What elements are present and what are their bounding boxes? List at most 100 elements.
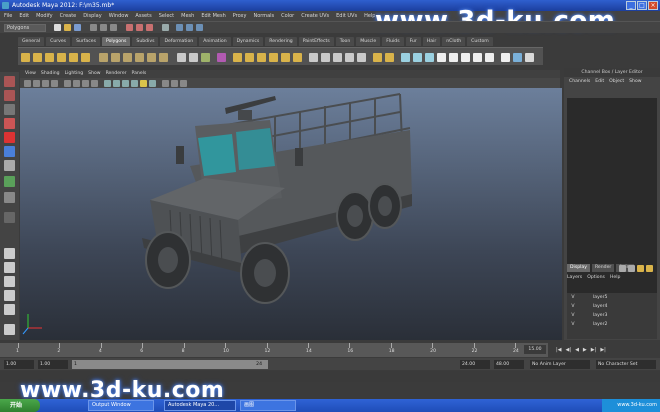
viewport-menu-view[interactable]: View — [25, 70, 36, 78]
shadows-icon[interactable] — [149, 80, 156, 87]
menu-edit-mesh[interactable]: Edit Mesh — [201, 11, 225, 21]
minimize-button[interactable]: _ — [626, 1, 636, 10]
channel-box-content[interactable] — [567, 98, 657, 326]
scale-tool-icon[interactable] — [4, 146, 15, 157]
menu-create[interactable]: Create — [60, 11, 77, 21]
textured-icon[interactable] — [131, 80, 138, 87]
hypershade-layout-icon[interactable] — [4, 304, 15, 315]
union-icon[interactable] — [135, 53, 144, 62]
uv-snapshot-icon[interactable] — [513, 53, 522, 62]
channel-menu-object[interactable]: Object — [609, 77, 624, 87]
perspective-viewport[interactable] — [20, 88, 562, 340]
unfold-uv-icon[interactable] — [461, 53, 470, 62]
move-tool-icon[interactable] — [4, 118, 15, 129]
extract-icon[interactable] — [123, 53, 132, 62]
cylindrical-map-icon[interactable] — [425, 53, 434, 62]
intersection-icon[interactable] — [159, 53, 168, 62]
use-all-lights-icon[interactable] — [140, 80, 147, 87]
last-tool-icon[interactable] — [4, 212, 15, 223]
reduce-icon[interactable] — [201, 53, 210, 62]
layer-row[interactable]: V layer5 — [567, 293, 657, 302]
menu-color[interactable]: Color — [281, 11, 294, 21]
xray-icon[interactable] — [162, 80, 169, 87]
layer-tab-render[interactable]: Render — [591, 264, 615, 272]
shelf-tab-deformation[interactable]: Deformation — [160, 37, 198, 46]
shelf-tab-subdivs[interactable]: Subdivs — [132, 37, 159, 46]
playback-end-field[interactable]: 24.00 — [460, 360, 490, 369]
camera-attributes-icon[interactable] — [33, 80, 40, 87]
save-scene-icon[interactable] — [74, 24, 81, 31]
layer-visibility-toggle[interactable]: V — [567, 311, 579, 320]
play-forwards-button[interactable]: ▶ — [583, 345, 587, 355]
mirror-icon[interactable] — [177, 53, 186, 62]
append-polygon-icon[interactable] — [257, 53, 266, 62]
poly-torus-icon[interactable] — [81, 53, 90, 62]
go-to-start-button[interactable]: |◀ — [556, 345, 562, 355]
difference-icon[interactable] — [147, 53, 156, 62]
anim-layer-selector[interactable]: No Anim Layer — [530, 360, 590, 369]
sculpt-icon[interactable] — [217, 53, 226, 62]
wireframe-icon[interactable] — [104, 80, 111, 87]
animation-end-field[interactable]: 48.00 — [494, 360, 524, 369]
menu-edit[interactable]: Edit — [19, 11, 29, 21]
select-tool-icon[interactable] — [4, 76, 15, 87]
camera-select-icon[interactable] — [24, 80, 31, 87]
layer-tab-display[interactable]: Display — [567, 264, 590, 272]
collapse-icon[interactable] — [357, 53, 366, 62]
extrude-icon[interactable] — [309, 53, 318, 62]
viewport-menu-lighting[interactable]: Lighting — [65, 70, 84, 78]
snap-curve-icon[interactable] — [136, 24, 143, 31]
menu-select[interactable]: Select — [159, 11, 174, 21]
new-scene-icon[interactable] — [54, 24, 61, 31]
menu-set-selector[interactable]: Polygons — [4, 24, 46, 32]
layer-row[interactable]: V layer3 — [567, 311, 657, 320]
move-layer-down-icon[interactable] — [628, 265, 635, 272]
layer-menu-layers[interactable]: Layers — [567, 274, 582, 282]
render-icon[interactable] — [176, 24, 183, 31]
cut-uv-icon[interactable] — [501, 53, 510, 62]
poly-sphere-icon[interactable] — [21, 53, 30, 62]
smooth-shade-icon[interactable] — [113, 80, 120, 87]
shelf-tab-general[interactable]: General — [18, 37, 45, 46]
four-view-layout-icon[interactable] — [4, 262, 15, 273]
layer-visibility-toggle[interactable]: V — [567, 320, 579, 329]
start-button[interactable]: 开始 — [0, 399, 40, 412]
shelf-tab-painteffects[interactable]: PaintEffects — [298, 37, 334, 46]
shelf-tab-muscle[interactable]: Muscle — [356, 37, 381, 46]
layer-row[interactable]: V layer2 — [567, 320, 657, 329]
wedge-icon[interactable] — [373, 53, 382, 62]
bridge-icon[interactable] — [321, 53, 330, 62]
menu-display[interactable]: Display — [83, 11, 101, 21]
shelf-tab-curves[interactable]: Curves — [46, 37, 71, 46]
go-to-end-button[interactable]: ▶| — [600, 345, 606, 355]
menu-edit-uvs[interactable]: Edit UVs — [336, 11, 357, 21]
wireframe-on-shaded-icon[interactable] — [122, 80, 129, 87]
image-plane-icon[interactable] — [51, 80, 58, 87]
shelf-tab-ncloth[interactable]: nCloth — [442, 37, 466, 46]
character-set-selector[interactable]: No Character Set — [596, 360, 656, 369]
new-layer-selected-icon[interactable] — [646, 265, 653, 272]
automatic-map-icon[interactable] — [449, 53, 458, 62]
merge-icon[interactable] — [345, 53, 354, 62]
layer-menu-options[interactable]: Options — [587, 274, 605, 282]
rotate-tool-icon[interactable] — [4, 132, 15, 143]
layer-row[interactable]: V layer4 — [567, 302, 657, 311]
channel-menu-channels[interactable]: Channels — [569, 77, 590, 87]
layer-visibility-toggle[interactable]: V — [567, 293, 579, 302]
snap-point-icon[interactable] — [146, 24, 153, 31]
combine-icon[interactable] — [99, 53, 108, 62]
viewport-menu-panels[interactable]: Panels — [132, 70, 147, 78]
play-backwards-button[interactable]: ◀ — [575, 345, 579, 355]
task-paint[interactable]: 画图 — [240, 400, 296, 411]
layer-menu-help[interactable]: Help — [610, 274, 620, 282]
select-object-icon[interactable] — [100, 24, 107, 31]
poly-cylinder-icon[interactable] — [45, 53, 54, 62]
insert-edge-loop-icon[interactable] — [281, 53, 290, 62]
menu-normals[interactable]: Normals — [253, 11, 274, 21]
grid-toggle-icon[interactable] — [64, 80, 71, 87]
menu-modify[interactable]: Modify — [36, 11, 53, 21]
menu-window[interactable]: Window — [109, 11, 129, 21]
ipr-render-icon[interactable] — [186, 24, 193, 31]
maximize-button[interactable]: □ — [637, 1, 647, 10]
planar-map-icon[interactable] — [413, 53, 422, 62]
